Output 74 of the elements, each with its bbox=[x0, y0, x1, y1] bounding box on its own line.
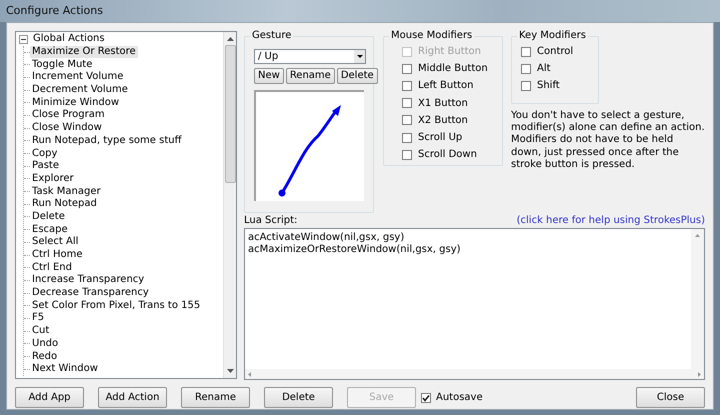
action-button[interactable]: Rename bbox=[181, 387, 250, 408]
tree-item[interactable]: Increase Transparency bbox=[30, 274, 146, 286]
checkbox-label: X1 Button bbox=[418, 96, 468, 111]
help-link[interactable]: (click here for help using StrokesPlus) bbox=[516, 214, 705, 228]
checkbox-label: Alt bbox=[537, 62, 551, 76]
tree-item[interactable]: Undo bbox=[30, 338, 60, 350]
scroll-right-icon[interactable] bbox=[698, 372, 701, 376]
action-button[interactable]: Add Action bbox=[98, 387, 167, 408]
vertical-scrollbar[interactable] bbox=[223, 32, 236, 378]
action-button[interactable]: Add App bbox=[15, 387, 84, 408]
tree-item[interactable]: Ctrl Home bbox=[30, 249, 85, 262]
group-title: Key Modifiers bbox=[518, 31, 587, 41]
help-text: You don't have to select a gesture, modifier(s) alone can define an action. Modifiers do not have to be held down, just pressed once after the stroke button is pressed. bbox=[511, 110, 705, 172]
code-line: acMaximizeOrRestoreWindow(nil,gsx, gsy) bbox=[248, 244, 462, 256]
tree-item[interactable]: Next Window bbox=[30, 363, 100, 376]
script-editor[interactable]: acActivateWindow(nil,gsx, gsy) acMaximizeOrRestoreWindow(nil,gsx, gsy) bbox=[244, 228, 705, 380]
tree-item[interactable]: Redo bbox=[30, 350, 60, 363]
gesture-dropdown[interactable]: / Up bbox=[254, 49, 366, 64]
code-line: acActivateWindow(nil,gsx, gsy) bbox=[248, 232, 406, 244]
scroll-up-icon[interactable] bbox=[226, 37, 234, 41]
tree-item[interactable]: Minimize Window bbox=[30, 96, 122, 109]
checkbox-label: Middle Button bbox=[418, 62, 488, 76]
checkbox[interactable] bbox=[521, 64, 531, 74]
script-label: Lua Script: bbox=[244, 214, 298, 228]
tree-item[interactable]: Set Color From Pixel, Trans to 155 bbox=[30, 300, 202, 312]
checkbox-label: Left Button bbox=[418, 79, 474, 94]
tree-item[interactable]: Decrement Volume bbox=[30, 84, 130, 96]
gesture-button[interactable]: New bbox=[254, 68, 284, 84]
checkbox[interactable] bbox=[421, 392, 431, 402]
checkbox-label: X2 Button bbox=[418, 114, 468, 128]
tree-item[interactable]: Explorer bbox=[30, 172, 76, 185]
checkbox-label: Scroll Down bbox=[418, 148, 477, 162]
group-title: Gesture bbox=[251, 31, 292, 41]
gesture-button[interactable]: Rename bbox=[286, 68, 335, 84]
checkbox[interactable] bbox=[521, 80, 531, 91]
tree-item[interactable]: Increment Volume bbox=[30, 71, 126, 84]
tree-item[interactable]: Toggle Mute bbox=[30, 58, 94, 71]
close-button[interactable]: Close bbox=[636, 387, 705, 408]
checkbox-label: Scroll Up bbox=[418, 131, 462, 146]
collapse-icon[interactable] bbox=[19, 34, 28, 44]
action-button[interactable]: Delete bbox=[264, 387, 333, 408]
checkbox[interactable] bbox=[402, 132, 412, 143]
tree-item[interactable]: Close Program bbox=[30, 109, 107, 122]
tree-item[interactable]: Run Notepad, type some stuff bbox=[30, 134, 184, 147]
gesture-button[interactable]: Delete bbox=[336, 68, 378, 84]
tree-item[interactable]: F5 bbox=[30, 312, 46, 324]
tree-item[interactable]: Task Manager bbox=[30, 186, 103, 198]
tree-item[interactable]: Close Window bbox=[30, 122, 104, 134]
checkbox[interactable] bbox=[402, 150, 412, 160]
tree-item[interactable]: Select All bbox=[30, 236, 80, 248]
tree-item[interactable]: Run Notepad bbox=[30, 198, 99, 210]
tree-item[interactable]: Escape bbox=[30, 224, 70, 236]
checkbox[interactable] bbox=[521, 46, 531, 57]
tree-item[interactable]: Copy bbox=[30, 148, 60, 160]
tree-item[interactable]: Global Actions bbox=[31, 33, 107, 46]
tree-item[interactable]: Delete bbox=[30, 210, 67, 223]
checkbox[interactable] bbox=[402, 80, 412, 91]
group-title: Mouse Modifiers bbox=[390, 31, 474, 41]
tree-item[interactable]: Ctrl End bbox=[30, 262, 74, 274]
checkbox[interactable] bbox=[402, 64, 412, 74]
checkbox[interactable] bbox=[402, 98, 412, 108]
checkbox-label: Right Button bbox=[418, 45, 482, 60]
tree-item[interactable]: Paste bbox=[30, 160, 61, 172]
dropdown-arrow-icon bbox=[356, 55, 362, 58]
tree-item[interactable]: Cut bbox=[30, 325, 52, 338]
checkbox-label: Autosave bbox=[436, 391, 483, 405]
checkbox-label: Control bbox=[537, 45, 574, 60]
tree-item[interactable]: Maximize Or Restore bbox=[30, 46, 138, 58]
tree-item[interactable]: Decrease Transparency bbox=[30, 287, 151, 300]
window-title: Configure Actions bbox=[6, 4, 103, 17]
checkbox-label: Shift bbox=[537, 79, 560, 94]
scroll-down-icon[interactable] bbox=[226, 369, 234, 373]
scroll-left-icon[interactable] bbox=[248, 372, 251, 376]
checkbox[interactable] bbox=[402, 115, 412, 126]
